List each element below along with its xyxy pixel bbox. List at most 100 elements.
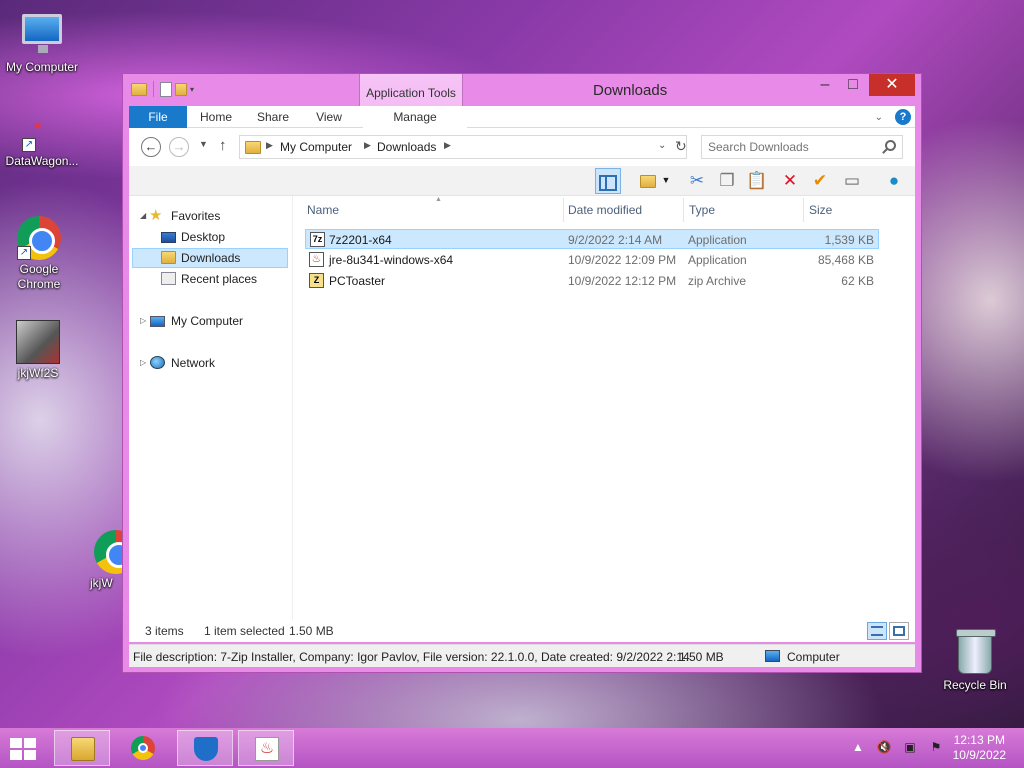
desktop-icon-recycle-bin[interactable]: Recycle Bin xyxy=(933,629,1017,692)
file-type: Application xyxy=(688,233,747,247)
taskbar-file-explorer[interactable] xyxy=(54,730,110,766)
recent-locations-icon[interactable]: ▼ xyxy=(199,139,208,149)
collapse-arrow-icon[interactable]: ◢ xyxy=(140,206,146,226)
rename-icon[interactable]: ▭ xyxy=(839,168,865,194)
nav-network[interactable]: ▷ Network xyxy=(129,353,287,373)
column-divider[interactable] xyxy=(563,198,564,222)
properties-icon[interactable] xyxy=(160,81,172,97)
tab-file[interactable]: File xyxy=(129,106,187,128)
column-header-name[interactable]: Name xyxy=(307,196,339,224)
file-row[interactable]: 7z 7z2201-x64 9/2/2022 2:14 AM Applicati… xyxy=(305,229,879,249)
clock[interactable]: 12:13 PM 10/9/2022 xyxy=(953,733,1006,763)
large-icons-view-button[interactable] xyxy=(889,622,909,640)
globe-icon[interactable]: ● xyxy=(881,168,907,194)
volume-muted-icon[interactable]: 🔇 xyxy=(876,740,892,754)
nav-recent-places[interactable]: Recent places xyxy=(129,269,287,289)
minimize-button[interactable]: – xyxy=(811,74,839,96)
file-date: 10/9/2022 12:12 PM xyxy=(568,274,677,288)
breadcrumb-arrow-icon[interactable]: ▶ xyxy=(444,140,451,151)
address-bar[interactable]: ▶ My Computer ▶ Downloads ▶ ⌄ ↻ xyxy=(239,135,687,159)
desktop-icon-jkjw[interactable]: jkjW xyxy=(66,530,138,590)
taskbar-chrome[interactable] xyxy=(115,730,171,766)
recent-places-icon xyxy=(161,272,176,285)
taskbar-java[interactable]: ♨ xyxy=(238,730,294,766)
shortcut-arrow-icon: ↗ xyxy=(22,138,36,152)
pane-icon xyxy=(599,174,617,191)
tab-manage[interactable]: Manage xyxy=(363,106,467,128)
help-icon[interactable]: ? xyxy=(895,109,911,125)
forward-button[interactable]: → xyxy=(169,137,189,157)
clock-date: 10/9/2022 xyxy=(952,748,1006,762)
explorer-window[interactable]: ▾ Application Tools Downloads – □ ✕ File… xyxy=(122,73,922,673)
breadcrumb-arrow-icon[interactable]: ▶ xyxy=(266,140,273,151)
customize-qat-icon[interactable]: ▾ xyxy=(190,85,194,94)
breadcrumb-my-computer[interactable]: My Computer xyxy=(280,140,352,154)
desktop-icon-label: Recycle Bin xyxy=(943,678,1007,692)
folder-icon[interactable] xyxy=(131,82,147,96)
desktop-icon-datawagon[interactable]: ✶ ↗ DataWagon... xyxy=(0,112,84,168)
dropdown-icon[interactable]: ▼ xyxy=(659,168,673,194)
desktop-icon xyxy=(161,232,176,243)
taskbar-defender[interactable] xyxy=(177,730,233,766)
maximize-button[interactable]: □ xyxy=(839,74,867,96)
desktop-icon-my-computer[interactable]: My Computer xyxy=(0,10,84,74)
file-row[interactable]: Z PCToaster 10/9/2022 12:12 PM zip Archi… xyxy=(305,271,879,291)
details-view-button[interactable] xyxy=(867,622,887,640)
system-tray: ▲ 🔇 ▣ ⚑ xyxy=(850,740,944,754)
column-header-size[interactable]: Size xyxy=(809,196,832,224)
breadcrumb-arrow-icon[interactable]: ▶ xyxy=(364,140,371,151)
shortcut-arrow-icon: ↗ xyxy=(17,246,31,260)
nav-desktop[interactable]: Desktop xyxy=(129,227,287,247)
search-input[interactable] xyxy=(708,137,878,157)
delete-icon[interactable]: ✕ xyxy=(777,168,803,194)
nav-favorites[interactable]: ◢ ★ Favorites xyxy=(129,206,287,226)
nav-my-computer-label: My Computer xyxy=(171,314,244,328)
recycle-bin-icon xyxy=(953,629,997,676)
file-row[interactable]: ♨ jre-8u341-windows-x64 10/9/2022 12:09 … xyxy=(305,250,879,270)
column-divider[interactable] xyxy=(683,198,684,222)
nav-recent-label: Recent places xyxy=(181,272,258,286)
cut-icon[interactable]: ✂ xyxy=(684,168,710,194)
refresh-icon[interactable]: ↻ xyxy=(675,138,687,156)
navigation-bar: ← → ▼ ↑ ▶ My Computer ▶ Downloads ▶ ⌄ ↻ xyxy=(129,128,915,166)
back-button[interactable]: ← xyxy=(141,137,161,157)
column-header-date[interactable]: Date modified xyxy=(568,196,642,224)
new-folder-icon[interactable] xyxy=(175,82,187,96)
close-button[interactable]: ✕ xyxy=(869,74,915,96)
title-bar[interactable]: ▾ Application Tools Downloads – □ ✕ xyxy=(123,74,921,130)
quick-access-toolbar: ▾ xyxy=(131,81,194,97)
tab-share[interactable]: Share xyxy=(247,106,299,128)
expand-arrow-icon[interactable]: ▷ xyxy=(140,353,146,373)
nav-my-computer[interactable]: ▷ My Computer xyxy=(129,311,287,331)
preview-pane-button[interactable] xyxy=(595,168,621,194)
search-box[interactable] xyxy=(701,135,903,159)
expand-arrow-icon[interactable]: ▷ xyxy=(140,311,146,331)
image-thumbnail-icon xyxy=(16,320,60,364)
column-divider[interactable] xyxy=(803,198,804,222)
desktop-icon-jkjwf2s[interactable]: jkjWf2S xyxy=(0,320,80,380)
address-dropdown-icon[interactable]: ⌄ xyxy=(658,140,666,151)
checkmark-icon[interactable]: ✔ xyxy=(807,168,833,194)
tab-view[interactable]: View xyxy=(305,106,353,128)
start-button[interactable] xyxy=(10,738,38,760)
nav-downloads[interactable]: Downloads xyxy=(132,248,288,268)
network-status-icon[interactable]: ▣ xyxy=(902,740,918,754)
breadcrumb-downloads[interactable]: Downloads xyxy=(377,140,436,154)
tab-home[interactable]: Home xyxy=(191,106,241,128)
details-size: 1.50 MB xyxy=(679,650,724,664)
desktop-icon-google-chrome[interactable]: ↗ Google Chrome xyxy=(0,216,81,292)
file-date: 9/2/2022 2:14 AM xyxy=(568,233,663,247)
large-icons-view-icon xyxy=(893,626,905,636)
datawagon-icon: ✶ ↗ xyxy=(22,112,62,152)
content-area: ◢ ★ Favorites Desktop Downloads Recent p… xyxy=(129,196,915,642)
up-button[interactable]: ↑ xyxy=(219,137,227,154)
chrome-icon xyxy=(131,736,155,760)
column-header-type[interactable]: Type xyxy=(689,196,715,224)
expand-ribbon-icon[interactable]: ⌄ xyxy=(875,112,883,123)
copy-icon[interactable]: ❐ xyxy=(714,168,740,194)
paste-icon[interactable]: 📋 xyxy=(744,168,770,194)
action-center-icon[interactable]: ⚑ xyxy=(928,740,944,754)
search-icon[interactable] xyxy=(885,140,896,151)
show-hidden-icons-icon[interactable]: ▲ xyxy=(850,740,866,754)
properties-folder-button[interactable] xyxy=(635,168,661,194)
